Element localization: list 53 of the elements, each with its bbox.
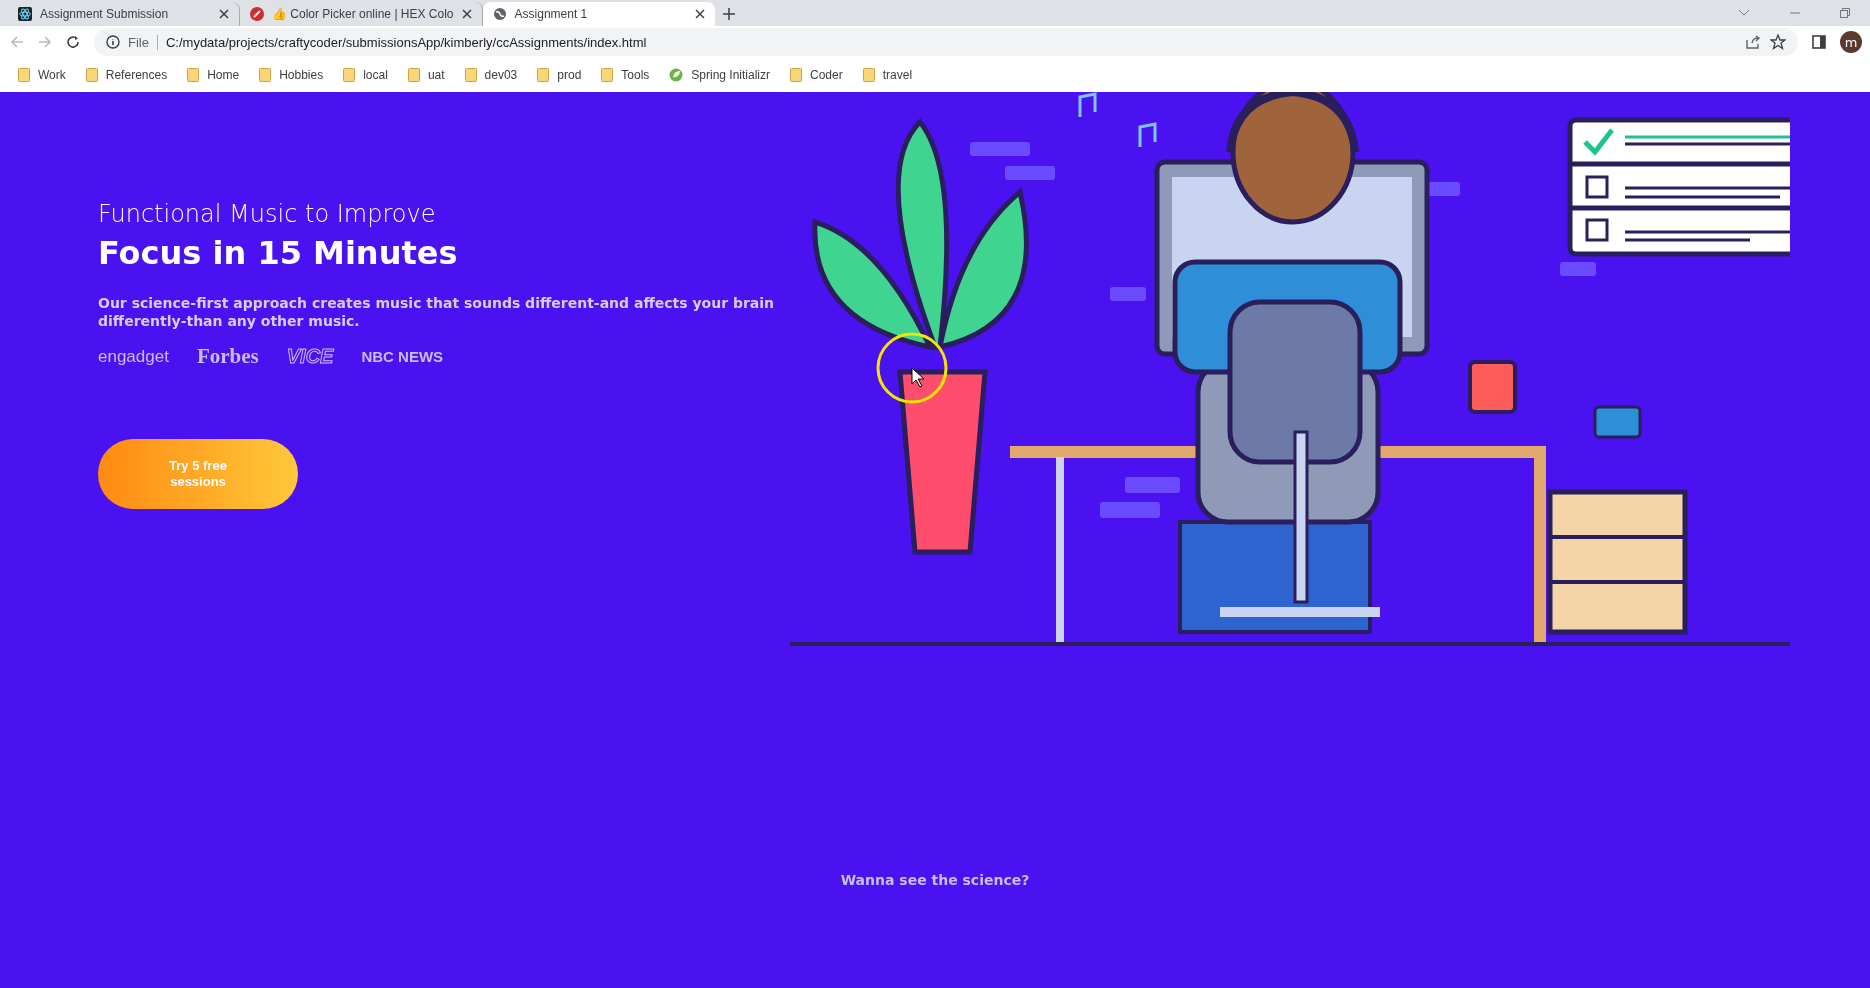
- bookmark[interactable]: Work: [8, 68, 76, 82]
- close-icon[interactable]: [694, 9, 705, 19]
- bookmark[interactable]: prod: [527, 68, 592, 82]
- bookmark[interactable]: Hobbies: [249, 68, 334, 82]
- folder-icon: [259, 68, 272, 82]
- bookmark[interactable]: uat: [397, 68, 455, 82]
- hero-description: Our science-first approach creates music that sounds different-and affects your brain differently-than any other music.: [98, 294, 776, 330]
- reload-icon[interactable]: [66, 35, 80, 49]
- bookmark[interactable]: dev03: [454, 68, 528, 82]
- bookmark[interactable]: Tools: [591, 68, 660, 82]
- browser-tab[interactable]: Assignment 1: [482, 2, 715, 26]
- profile-avatar[interactable]: m: [1840, 31, 1862, 53]
- press-logo: Forbes: [196, 344, 259, 369]
- share-icon[interactable]: [1746, 35, 1762, 49]
- atom-icon: [18, 7, 32, 21]
- folder-icon: [601, 68, 614, 82]
- hero-kicker: Functional Music to Improve: [98, 200, 437, 228]
- sidebar-icon[interactable]: [1812, 35, 1826, 49]
- press-logo: engadget: [98, 346, 169, 367]
- restore-icon[interactable]: [1840, 8, 1850, 18]
- science-link[interactable]: Wanna see the science?: [840, 872, 1030, 888]
- press-logo: VICE: [286, 345, 334, 368]
- scheme-label: File: [128, 34, 158, 50]
- folder-icon: [85, 68, 98, 82]
- folder-icon: [464, 68, 477, 82]
- folder-icon: [18, 68, 30, 82]
- folder-icon: [537, 68, 550, 82]
- address-bar[interactable]: File C:/mydata/projects/craftycoder/submissionsApp/kimberly/ccAssignments/index.html: [94, 28, 1798, 56]
- tab-title: Assignment Submission: [40, 7, 170, 21]
- leaf-icon: [669, 68, 684, 82]
- bookmark[interactable]: Spring Initializr: [659, 68, 781, 82]
- tab-title: 👍 Color Picker online | HEX Colo: [272, 7, 454, 21]
- folder-icon: [187, 68, 200, 82]
- folder-icon: [343, 68, 356, 82]
- folder-icon: [790, 68, 803, 82]
- bookmark[interactable]: local: [333, 68, 398, 82]
- star-icon[interactable]: [1770, 34, 1786, 50]
- folder-icon: [862, 68, 875, 82]
- info-icon: [106, 35, 120, 49]
- hero-title: Focus in 15 Minutes: [98, 234, 459, 272]
- close-icon[interactable]: [461, 9, 472, 19]
- chevron-down-icon[interactable]: [1738, 9, 1750, 17]
- close-icon[interactable]: [219, 9, 229, 19]
- press-logo: NBC NEWS: [361, 348, 444, 365]
- tab-title: Assignment 1: [514, 7, 589, 21]
- bookmark[interactable]: Coder: [780, 68, 853, 82]
- cursor-highlight-icon: [876, 332, 948, 404]
- folder-icon: [407, 68, 420, 82]
- bookmark[interactable]: Home: [177, 68, 250, 82]
- bookmark[interactable]: travel: [852, 68, 923, 82]
- url-text: C:/mydata/projects/craftycoder/submissionsApp/kimberly/ccAssignments/index.html: [165, 34, 648, 50]
- bookmark[interactable]: References: [75, 68, 178, 82]
- globe-icon: [492, 7, 507, 21]
